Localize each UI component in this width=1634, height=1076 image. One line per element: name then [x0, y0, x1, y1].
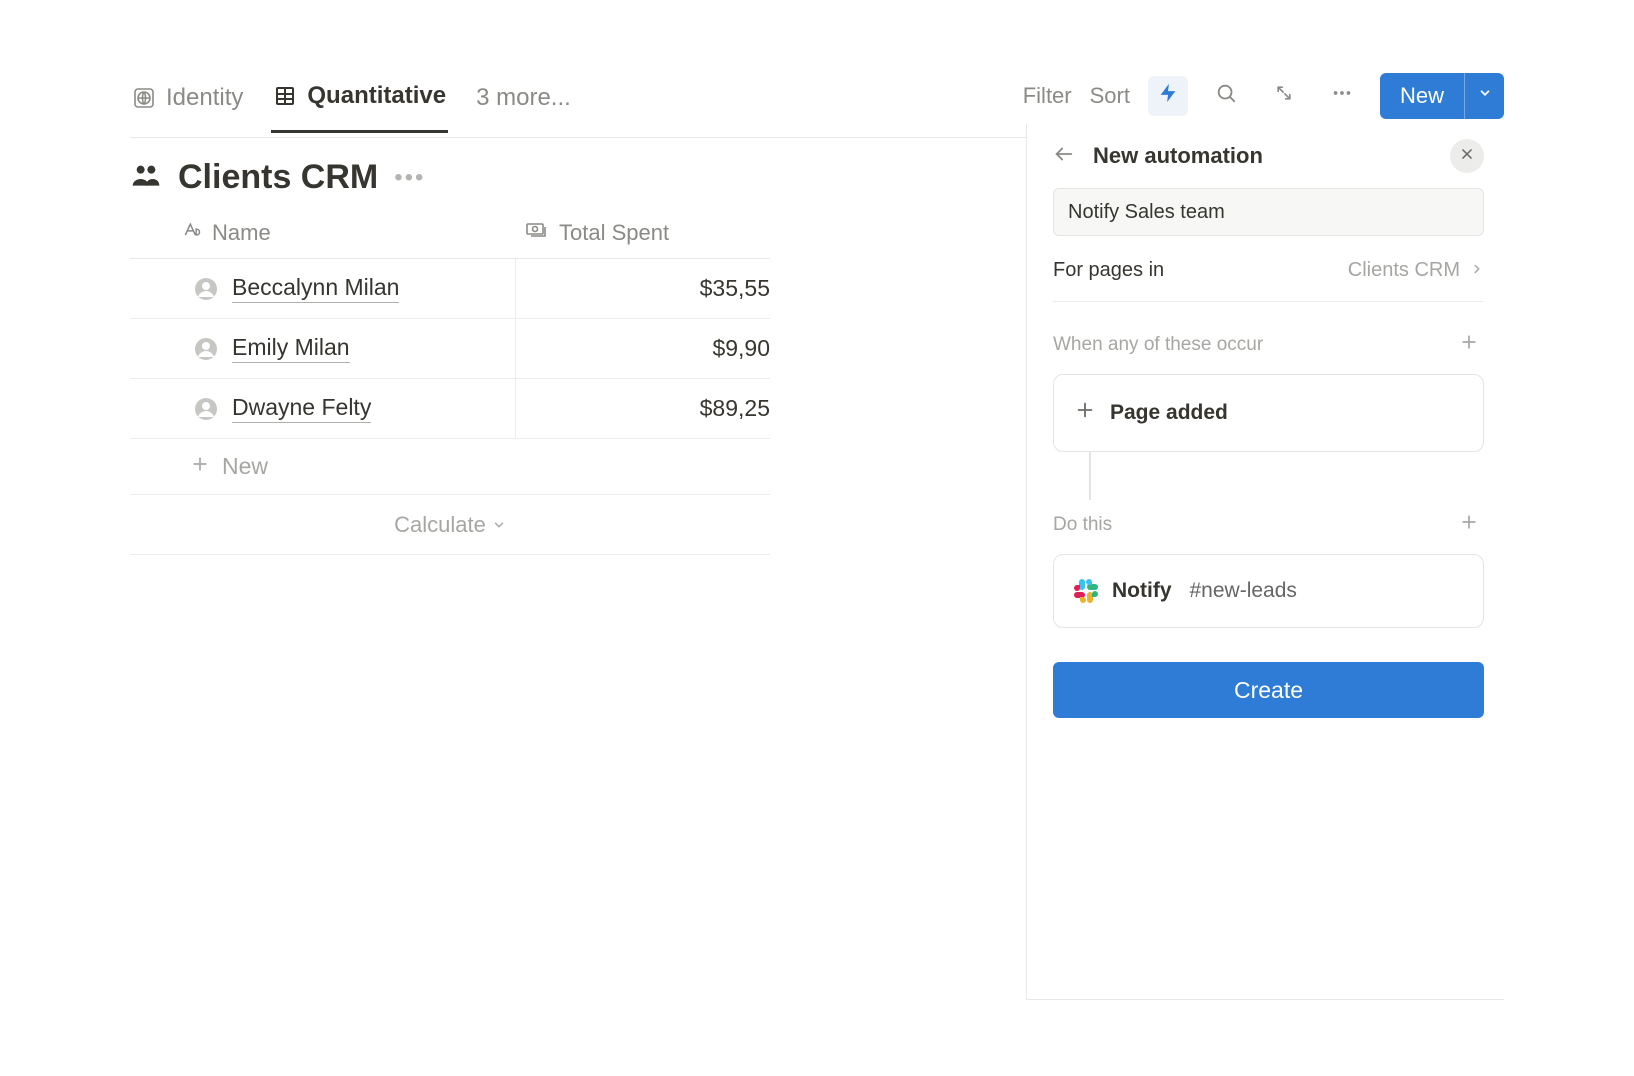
person-icon	[194, 337, 218, 361]
filter-button[interactable]: Filter	[1023, 83, 1072, 109]
plus-icon	[1459, 512, 1479, 538]
table-row[interactable]: Emily Milan $9,90	[130, 319, 770, 379]
ellipsis-icon	[1331, 82, 1353, 109]
sort-button[interactable]: Sort	[1090, 83, 1130, 109]
total-spent-cell: $35,55	[515, 259, 770, 318]
plus-icon	[190, 453, 210, 480]
column-header-total-spent[interactable]: Total Spent	[515, 218, 770, 248]
currency-rollup-icon	[525, 218, 549, 248]
client-name: Dwayne Felty	[232, 394, 371, 423]
tab-label: Quantitative	[307, 82, 446, 110]
expand-button[interactable]	[1264, 76, 1304, 116]
lightning-icon	[1157, 82, 1179, 109]
total-spent-cell: $9,90	[515, 319, 770, 378]
client-name: Emily Milan	[232, 334, 350, 363]
ellipsis-icon: •••	[394, 164, 425, 191]
page-title: Clients CRM	[178, 158, 378, 197]
expand-diagonal-icon	[1274, 83, 1294, 108]
chevron-right-icon	[1470, 259, 1484, 282]
people-icon	[130, 159, 162, 196]
plus-icon	[1459, 332, 1479, 358]
client-name: Beccalynn Milan	[232, 274, 399, 303]
chevron-down-icon	[492, 512, 506, 538]
plus-icon	[1074, 399, 1096, 427]
tab-identity[interactable]: Identity	[130, 80, 245, 132]
data-table: Name Total Spent Beccalynn Milan $35,55 …	[130, 207, 770, 495]
table-icon	[273, 84, 297, 108]
table-row[interactable]: Dwayne Felty $89,25	[130, 379, 770, 439]
tab-quantitative[interactable]: Quantitative	[271, 78, 448, 133]
scope-selector[interactable]: Clients CRM	[1348, 259, 1484, 282]
table-row[interactable]: Beccalynn Milan $35,55	[130, 259, 770, 319]
page-menu-button[interactable]: •••	[394, 164, 425, 192]
arrow-left-icon	[1053, 152, 1075, 169]
close-icon	[1460, 147, 1474, 166]
search-icon	[1215, 82, 1237, 109]
trigger-card[interactable]: Page added	[1053, 374, 1484, 452]
person-icon	[194, 397, 218, 421]
panel-title: New automation	[1093, 143, 1432, 169]
action-label: Notify	[1112, 579, 1172, 603]
automation-panel: New automation For pages in Clients CRM …	[1026, 124, 1504, 1000]
slack-icon	[1074, 579, 1098, 603]
add-row-button[interactable]: New	[130, 439, 770, 495]
scope-label: For pages in	[1053, 259, 1164, 282]
tabs-overflow-label: 3 more...	[476, 84, 571, 112]
total-spent-cell: $89,25	[515, 379, 770, 438]
action-card[interactable]: Notify #new-leads	[1053, 554, 1484, 628]
action-section-label: Do this	[1053, 514, 1112, 536]
add-trigger-button[interactable]	[1454, 330, 1484, 360]
chevron-down-icon	[1478, 86, 1492, 105]
create-automation-button[interactable]: Create	[1053, 662, 1484, 718]
add-action-button[interactable]	[1454, 510, 1484, 540]
automations-button[interactable]	[1148, 76, 1188, 116]
tabs-overflow[interactable]: 3 more...	[474, 80, 573, 132]
search-button[interactable]	[1206, 76, 1246, 116]
automation-name-input[interactable]	[1053, 188, 1484, 236]
person-icon	[194, 277, 218, 301]
new-dropdown[interactable]	[1464, 73, 1504, 119]
calculate-button[interactable]: Calculate	[130, 495, 770, 555]
column-header-name[interactable]: Name	[130, 220, 515, 246]
more-options-button[interactable]	[1322, 76, 1362, 116]
close-panel-button[interactable]	[1450, 139, 1484, 173]
back-button[interactable]	[1053, 143, 1075, 170]
action-channel: #new-leads	[1190, 579, 1297, 603]
flow-connector	[1089, 452, 1091, 500]
globe-grid-icon	[132, 86, 156, 110]
trigger-label: Page added	[1110, 401, 1228, 425]
tab-label: Identity	[166, 84, 243, 112]
trigger-section-label: When any of these occur	[1053, 334, 1263, 356]
add-row-label: New	[222, 453, 268, 480]
new-button[interactable]: New	[1380, 73, 1464, 119]
text-property-icon	[182, 220, 202, 246]
